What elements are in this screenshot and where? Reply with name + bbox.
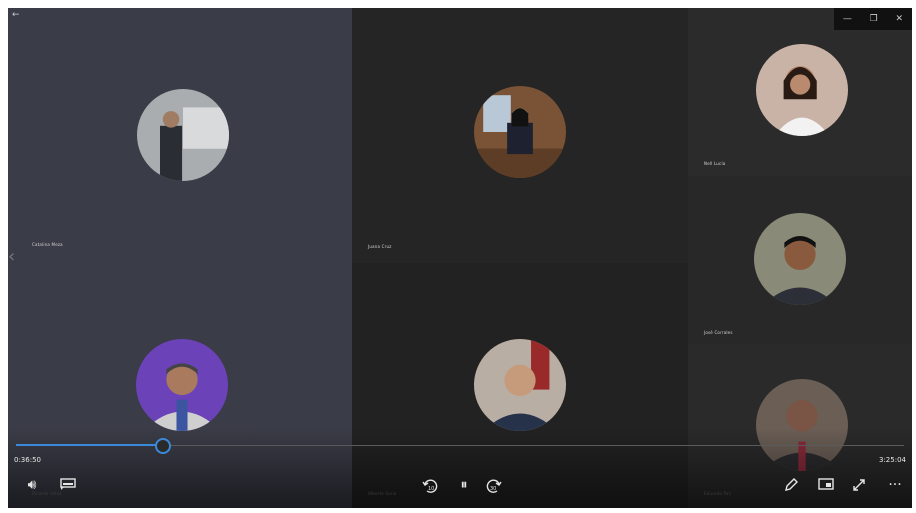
rewind-10-icon[interactable]: 10 bbox=[422, 478, 442, 494]
captions-icon[interactable] bbox=[60, 478, 80, 491]
participant-avatar-2 bbox=[474, 86, 566, 178]
video-frame[interactable]: Catalina Meza Juana Cruz Nell Lucía José… bbox=[8, 8, 912, 508]
seek-bar-progress bbox=[16, 444, 162, 446]
close-button[interactable]: ✕ bbox=[896, 14, 904, 24]
more-icon[interactable]: ··· bbox=[884, 478, 906, 492]
volume-icon[interactable]: 🔊︎ bbox=[22, 478, 42, 492]
participant-name-3: Nell Lucía bbox=[704, 161, 726, 166]
svg-text:30: 30 bbox=[490, 486, 496, 492]
participant-name-4: José Corrales bbox=[704, 330, 733, 335]
pen-icon[interactable] bbox=[784, 478, 804, 492]
window-controls: — ❐ ✕ bbox=[834, 8, 912, 30]
forward-30-icon[interactable]: 30 bbox=[486, 478, 506, 494]
participant-avatar-6 bbox=[474, 339, 566, 431]
minimize-button[interactable]: — bbox=[843, 14, 852, 24]
pause-icon[interactable]: ⏸︎ bbox=[454, 478, 474, 492]
participant-avatar-3 bbox=[756, 44, 848, 136]
participant-avatar-5 bbox=[136, 339, 228, 431]
restore-button[interactable]: ❐ bbox=[870, 14, 878, 24]
back-button[interactable]: ← bbox=[12, 10, 20, 20]
participant-name-2: Juana Cruz bbox=[368, 244, 392, 249]
seek-bar[interactable] bbox=[16, 438, 904, 454]
svg-text:10: 10 bbox=[428, 486, 434, 492]
elapsed-time: 0:36:50 bbox=[14, 456, 41, 464]
prev-arrow-icon[interactable]: ‹ bbox=[8, 248, 15, 266]
player-controls-overlay bbox=[8, 428, 912, 508]
miniplayer-icon[interactable] bbox=[818, 478, 838, 490]
total-duration: 3:25:04 bbox=[879, 456, 906, 464]
participant-name-1: Catalina Meza bbox=[32, 242, 63, 247]
participant-avatar-4 bbox=[754, 213, 846, 305]
participant-avatar-1 bbox=[137, 89, 229, 181]
seek-bar-thumb[interactable] bbox=[154, 438, 171, 454]
fullscreen-icon[interactable] bbox=[852, 478, 872, 492]
